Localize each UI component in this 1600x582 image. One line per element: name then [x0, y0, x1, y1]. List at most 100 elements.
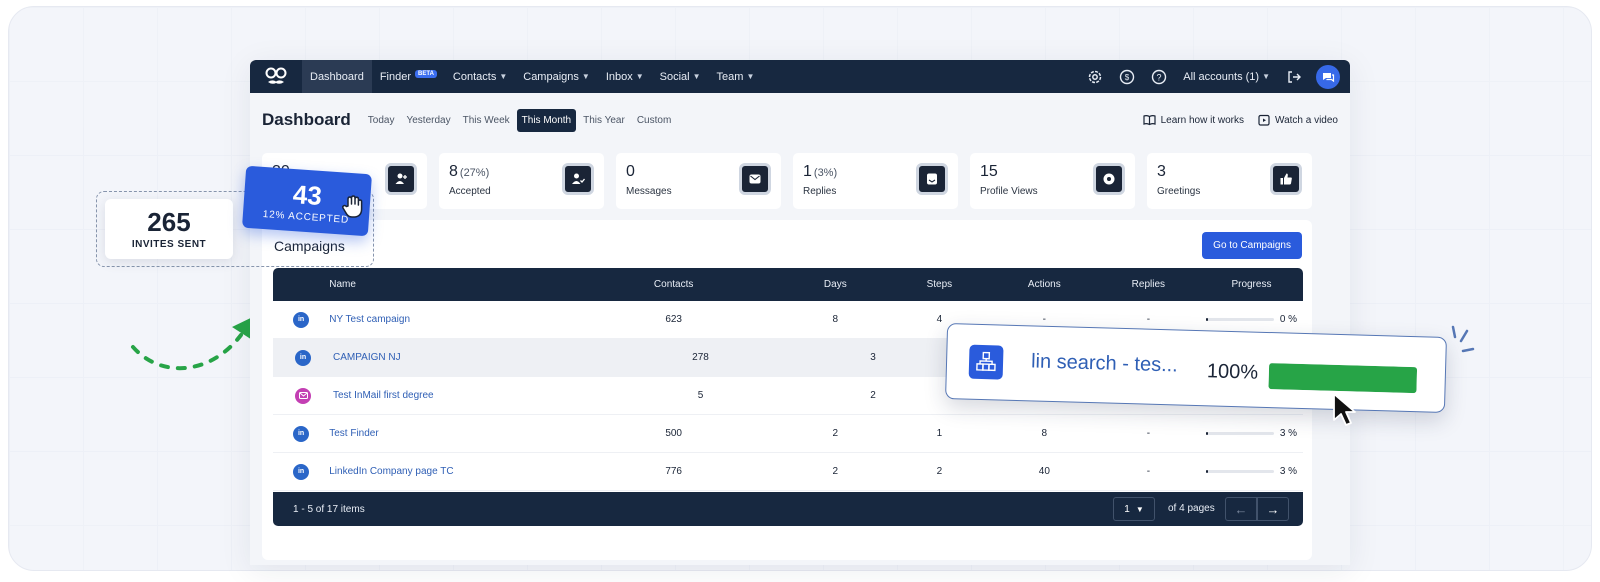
row-icon-cell: [273, 387, 333, 404]
table-footer: 1 - 5 of 17 items 1 ▼ of 4 pages ← →: [273, 492, 1303, 526]
progress-bar: [1205, 318, 1274, 321]
chevron-down-icon: ▼: [499, 72, 508, 81]
header-actions[interactable]: Actions: [992, 279, 1097, 290]
billing-button[interactable]: $: [1111, 60, 1143, 93]
contacts-cell: 500: [665, 428, 682, 439]
go-to-campaigns-button[interactable]: Go to Campaigns: [1202, 232, 1302, 259]
items-count: 1 - 5 of 17 items: [293, 503, 365, 515]
header-replies[interactable]: Replies: [1097, 279, 1200, 290]
stat-value: 3: [1157, 163, 1166, 181]
nav-label: Campaigns: [523, 70, 579, 83]
range-this-year[interactable]: This Year: [578, 109, 630, 132]
settings-button[interactable]: [1079, 60, 1111, 93]
actions-cell: -: [1042, 314, 1046, 325]
inmail-icon: [295, 387, 311, 404]
app-window: Dashboard Finder BETA Contacts ▼ Campaigns…: [250, 60, 1350, 565]
table-row[interactable]: in LinkedIn Company page TC 776 2 2 40 -…: [273, 453, 1303, 491]
app-logo[interactable]: [250, 60, 302, 93]
campaign-name-link[interactable]: LinkedIn Company page TC: [329, 466, 563, 477]
settings-icon: [1089, 70, 1102, 83]
stat-label: Accepted: [449, 186, 491, 197]
stat-card-profile-views[interactable]: 15 Profile Views: [970, 153, 1135, 209]
watch-video-link[interactable]: Watch a video: [1258, 114, 1338, 126]
table-row[interactable]: in Test Finder 500 2 1 8 - 3 %: [273, 415, 1303, 453]
stat-value-text: 8: [449, 163, 458, 180]
nav-item-finder[interactable]: Finder BETA: [372, 60, 445, 93]
stat-value-text: 15: [980, 163, 998, 180]
stat-card-greetings[interactable]: 3 Greetings: [1147, 153, 1312, 209]
linkedin-icon: in: [293, 311, 310, 328]
days-cell: 8: [832, 314, 839, 325]
steps-cell: 2: [936, 466, 943, 477]
days-cell: 2: [832, 428, 839, 439]
days-cell: 3: [870, 352, 876, 363]
network-blocks-icon: [968, 344, 1004, 380]
svg-text:$: $: [1125, 73, 1130, 82]
stat-label: Profile Views: [980, 186, 1038, 197]
stat-value: 0: [626, 163, 635, 181]
row-icon-cell: in: [273, 425, 329, 442]
nav-item-social[interactable]: Social ▼: [652, 60, 709, 93]
chat-button[interactable]: [1316, 64, 1340, 89]
video-icon: [1258, 114, 1270, 126]
range-this-month[interactable]: This Month: [516, 108, 577, 132]
progress-fill: [1205, 318, 1208, 321]
arrow-right-icon: →: [1266, 501, 1280, 517]
stat-card-replies[interactable]: 1 (3%) Replies: [793, 153, 958, 209]
eye-icon: [1093, 163, 1125, 195]
campaign-name-link[interactable]: CAMPAIGN NJ: [333, 352, 583, 363]
header-steps[interactable]: Steps: [887, 279, 992, 290]
invites-label: INVITES SENT: [131, 239, 207, 250]
campaign-name-link[interactable]: Test Finder: [329, 428, 563, 439]
watch-video-label: Watch a video: [1275, 114, 1338, 126]
range-custom[interactable]: Custom: [632, 109, 676, 132]
header-days[interactable]: Days: [784, 279, 887, 290]
row-icon-cell: in: [273, 311, 329, 328]
stat-percent: (3%): [813, 167, 838, 179]
nav-item-campaigns[interactable]: Campaigns ▼: [515, 60, 598, 93]
help-icon: ?: [1152, 69, 1167, 84]
campaign-name-link[interactable]: NY Test campaign: [329, 314, 563, 325]
header-contacts[interactable]: Contacts: [564, 279, 784, 290]
nav-item-contacts[interactable]: Contacts ▼: [445, 60, 515, 93]
header-name[interactable]: Name: [329, 279, 563, 290]
campaign-name-link[interactable]: Test InMail first degree: [333, 390, 583, 401]
stat-card-accepted[interactable]: 8 (27%) Accepted: [439, 153, 604, 209]
range-yesterday[interactable]: Yesterday: [401, 109, 455, 132]
sparkle-decoration: [1451, 325, 1475, 353]
stat-value-text: 0: [626, 163, 635, 180]
logout-button[interactable]: [1278, 60, 1310, 93]
days-cell: 2: [870, 390, 876, 401]
stat-card-messages[interactable]: 0 Messages: [616, 153, 781, 209]
range-this-week[interactable]: This Week: [458, 109, 515, 132]
chat-icon: [1323, 72, 1335, 82]
steps-cell: 1: [936, 428, 943, 439]
stat-label: Greetings: [1157, 186, 1201, 197]
campaign-progress-popup: lin search - tes... 100%: [945, 323, 1447, 413]
nav-item-inbox[interactable]: Inbox ▼: [598, 60, 652, 93]
thumbs-up-icon: [1270, 163, 1302, 195]
next-page-button[interactable]: →: [1257, 497, 1289, 521]
range-today[interactable]: Today: [363, 109, 400, 132]
hand-cursor-icon: [342, 195, 363, 218]
dashboard-toolbar: Dashboard Today Yesterday This Week This…: [262, 107, 1338, 133]
prev-page-button[interactable]: ←: [1225, 497, 1257, 521]
learn-how-link[interactable]: Learn how it works: [1143, 114, 1244, 126]
stat-label: Replies: [803, 186, 837, 197]
chevron-down-icon: ▼: [692, 72, 701, 81]
page-title: Dashboard: [262, 110, 351, 129]
learn-how-label: Learn how it works: [1160, 114, 1244, 126]
top-nav: Dashboard Finder BETA Contacts ▼ Campaigns…: [250, 60, 1350, 93]
row-icon-cell: in: [273, 349, 333, 366]
progress-bar: [1205, 432, 1274, 435]
nav-label: Team: [716, 70, 744, 83]
help-button[interactable]: ?: [1143, 60, 1175, 93]
page-select[interactable]: 1 ▼: [1113, 497, 1155, 521]
pointer-cursor-icon: [1333, 393, 1356, 426]
header-progress[interactable]: Progress: [1200, 279, 1303, 290]
accounts-dropdown[interactable]: All accounts (1) ▼: [1175, 60, 1278, 93]
svg-text:?: ?: [1157, 72, 1162, 82]
nav-item-dashboard[interactable]: Dashboard: [302, 60, 372, 93]
nav-item-team[interactable]: Team ▼: [709, 60, 763, 93]
stat-value: 15: [980, 163, 998, 181]
